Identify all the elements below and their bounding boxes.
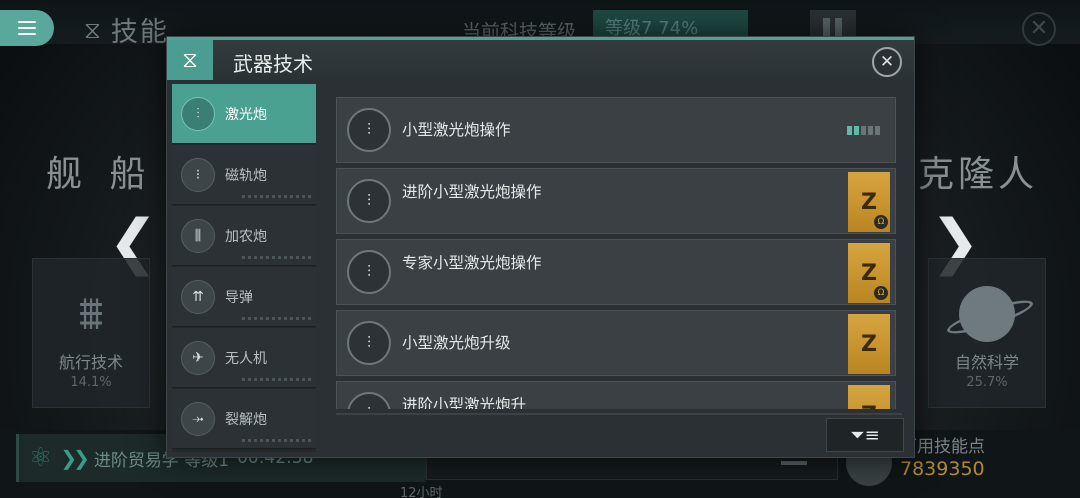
filter-icon: ⏷≡ [850, 424, 880, 446]
laser-cannon-icon: ⫶ [347, 392, 391, 409]
skill-points-value: 7839350 [900, 458, 985, 480]
skill-name: 小型激光炮升级 [402, 334, 511, 352]
ship-icon: ⩩ [78, 286, 104, 340]
category-card-science[interactable]: 自然科学 25.7% [928, 258, 1046, 408]
hamburger-icon [18, 21, 36, 35]
skill-list[interactable]: ⫶ 小型激光炮操作 ⫶ 进阶小型激光炮操作 ZΩ ⫶ 专家小型激光炮操作 ZΩ … [336, 97, 896, 409]
sidebar-item-missile[interactable]: ⇈ 导弹 [172, 267, 316, 327]
cannon-icon: ⫼ [181, 219, 215, 253]
clone-category-label: 克隆人 [918, 154, 1039, 195]
double-chevron-icon: ❯❯ [60, 446, 89, 470]
sidebar-item-drone[interactable]: ✈ 无人机 [172, 328, 316, 388]
filter-button[interactable]: ⏷≡ [826, 418, 904, 452]
disintegrator-icon: ⤞ [181, 402, 215, 436]
railgun-icon: ⁝ [181, 158, 215, 192]
sidebar-item-laser[interactable]: ⫶ 激光炮 [172, 84, 316, 144]
menu-button[interactable] [0, 10, 54, 46]
category-percent: 25.7% [966, 375, 1008, 390]
skill-name: 小型激光炮操作 [402, 121, 511, 139]
drone-icon: ✈ [181, 341, 215, 375]
sidebar-item-disintegrator[interactable]: ⤞ 裂解炮 [172, 389, 316, 449]
minus-icon[interactable] [781, 461, 807, 465]
planet-icon [959, 286, 1015, 342]
sidebar-item-label: 激光炮 [225, 107, 267, 123]
ship-category-label: 舰 船 [46, 154, 154, 195]
sidebar-item-label: 无人机 [225, 351, 267, 367]
page-title-text: 技能 [110, 17, 169, 48]
sidebar-item-label: 导弹 [225, 290, 253, 306]
sidebar-item-label: 磁轨炮 [225, 168, 267, 184]
sidebar-item-label: 加农炮 [225, 229, 267, 245]
laser-cannon-icon: ⫶ [347, 179, 391, 223]
sidebar-item-cannon[interactable]: ⫼ 加农炮 [172, 206, 316, 266]
category-name: 航行技术 [58, 353, 123, 372]
dialog-title: 武器技术 [233, 52, 313, 76]
locked-skill-icon: ZΩ [848, 243, 890, 303]
category-name: 自然科学 [954, 353, 1019, 372]
omega-icon: Ω [874, 286, 888, 300]
missile-icon: ⇈ [181, 280, 215, 314]
laser-cannon-icon: ⫶ [347, 108, 391, 152]
skill-name: 专家小型激光炮操作 [402, 254, 542, 272]
dialog-header: ⧖ 武器技术 [167, 37, 914, 80]
laser-cannon-icon: ⫶ [347, 321, 391, 365]
skill-row[interactable]: ⫶ 小型激光炮操作 [336, 97, 896, 163]
research-duration: 12小时 [400, 486, 443, 498]
dna-icon: ⧖ [84, 15, 103, 44]
skill-name: 进阶小型激光炮操作 [402, 183, 542, 201]
divider [336, 413, 902, 415]
page-title: ⧖ 技能 [84, 10, 169, 49]
category-percent: 14.1% [70, 375, 112, 390]
weapon-sidebar: ⫶ 激光炮 ⁝ 磁轨炮 ⫼ 加农炮 ⇈ 导弹 ✈ 无人机 ⤞ 裂解炮 [172, 84, 316, 452]
screen-close-icon[interactable]: ✕ [1022, 12, 1056, 46]
skill-name: 进阶小型激光炮升 [402, 396, 527, 409]
skill-row[interactable]: ⫶ 小型激光炮升级 Z [336, 310, 896, 376]
weapon-tech-dialog: ⧖ 武器技术 ✕ ⫶ 激光炮 ⁝ 磁轨炮 ⫼ 加农炮 ⇈ 导弹 ✈ 无人机 ⤞ … [166, 36, 915, 458]
close-icon[interactable]: ✕ [872, 47, 902, 77]
atom-icon: ⚛ [29, 443, 53, 473]
locked-skill-icon: Z [848, 314, 890, 374]
category-card-navigation[interactable]: ⩩ 航行技术 14.1% [32, 258, 150, 408]
skill-row[interactable]: ⫶ 专家小型激光炮操作 ZΩ [336, 239, 896, 305]
omega-icon: Ω [874, 215, 888, 229]
skill-row[interactable]: ⫶ 进阶小型激光炮升 Z [336, 381, 896, 409]
laser-cannon-icon: ⫶ [347, 250, 391, 294]
skills-screen: ⧖ 技能 当前科技等级 等级7 74% ✕ 舰 船 克隆人 ❮ ❯ ⩩ 航行技术… [0, 0, 1080, 498]
skill-row[interactable]: ⫶ 进阶小型激光炮操作 ZΩ [336, 168, 896, 234]
locked-skill-icon: ZΩ [848, 172, 890, 232]
skill-level-indicator [847, 126, 880, 135]
locked-skill-icon: Z [848, 385, 890, 409]
dna-icon: ⧖ [167, 40, 213, 80]
laser-cannon-icon: ⫶ [181, 97, 215, 131]
sidebar-item-railgun[interactable]: ⁝ 磁轨炮 [172, 145, 316, 205]
sidebar-item-label: 裂解炮 [225, 412, 267, 428]
